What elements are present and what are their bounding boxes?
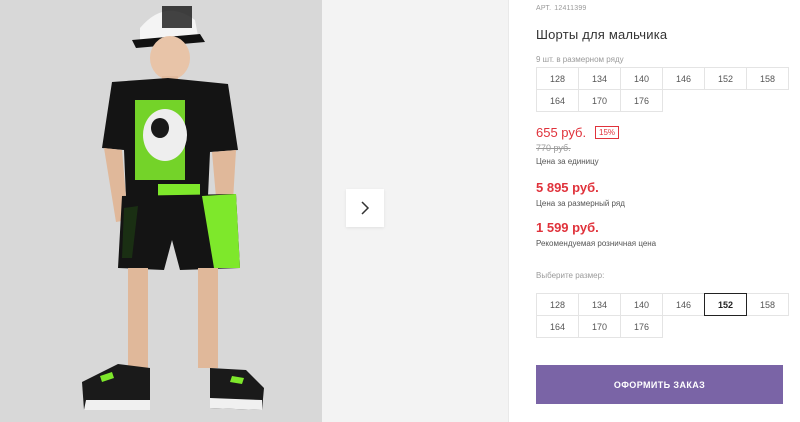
- size-option[interactable]: 170: [578, 315, 621, 338]
- size-option-selected[interactable]: 152: [704, 293, 747, 316]
- size-option[interactable]: 176: [620, 315, 663, 338]
- retail-price: 1 599 руб.: [536, 220, 599, 235]
- size-option[interactable]: 164: [536, 315, 579, 338]
- size-option[interactable]: 128: [536, 293, 579, 316]
- article-label: АРТ.: [536, 5, 552, 12]
- pack-price-label: Цена за размерный ряд: [536, 199, 625, 208]
- article-value: 12411399: [554, 5, 587, 12]
- size-option[interactable]: 158: [746, 293, 789, 316]
- article-number: АРТ. 12411399: [536, 5, 587, 12]
- chevron-right-icon: [361, 201, 370, 215]
- product-photo[interactable]: [0, 0, 322, 422]
- pack-size-cell: 158: [746, 67, 789, 90]
- pack-size-cell: 146: [662, 67, 705, 90]
- discount-badge: 15%: [595, 126, 620, 139]
- place-order-button[interactable]: ОФОРМИТЬ ЗАКАЗ: [536, 365, 783, 404]
- product-photo-illustration: [0, 0, 322, 422]
- product-title: Шорты для мальчика: [536, 27, 668, 42]
- pack-size-cell: 152: [704, 67, 747, 90]
- retail-price-label: Рекомендуемая розничная цена: [536, 239, 657, 248]
- size-selector: 128 134 140 146 152 158 164 170 176: [536, 293, 789, 338]
- choose-size-label: Выберите размер:: [536, 271, 605, 280]
- product-gallery: [0, 0, 508, 422]
- old-price: 770 руб.: [536, 143, 571, 153]
- pack-size-grid: 128 134 140 146 152 158 164 170 176: [536, 67, 789, 112]
- pack-size-cell: 170: [578, 89, 621, 112]
- pack-price: 5 895 руб.: [536, 180, 599, 195]
- product-info-panel: АРТ. 12411399 Шорты для мальчика 9 шт. в …: [536, 0, 789, 422]
- pack-size-cell: 140: [620, 67, 663, 90]
- next-photo-button[interactable]: [346, 189, 384, 227]
- pack-size-cell: 128: [536, 67, 579, 90]
- unit-price-label: Цена за единицу: [536, 157, 599, 166]
- size-option[interactable]: 140: [620, 293, 663, 316]
- size-option[interactable]: 146: [662, 293, 705, 316]
- unit-price: 655 руб.: [536, 125, 587, 140]
- pack-size-cell: 176: [620, 89, 663, 112]
- pack-size-cell: 164: [536, 89, 579, 112]
- size-option[interactable]: 134: [578, 293, 621, 316]
- pack-size-cell: 134: [578, 67, 621, 90]
- pack-size-label: 9 шт. в размерном ряду: [536, 55, 624, 64]
- panel-divider: [508, 0, 509, 422]
